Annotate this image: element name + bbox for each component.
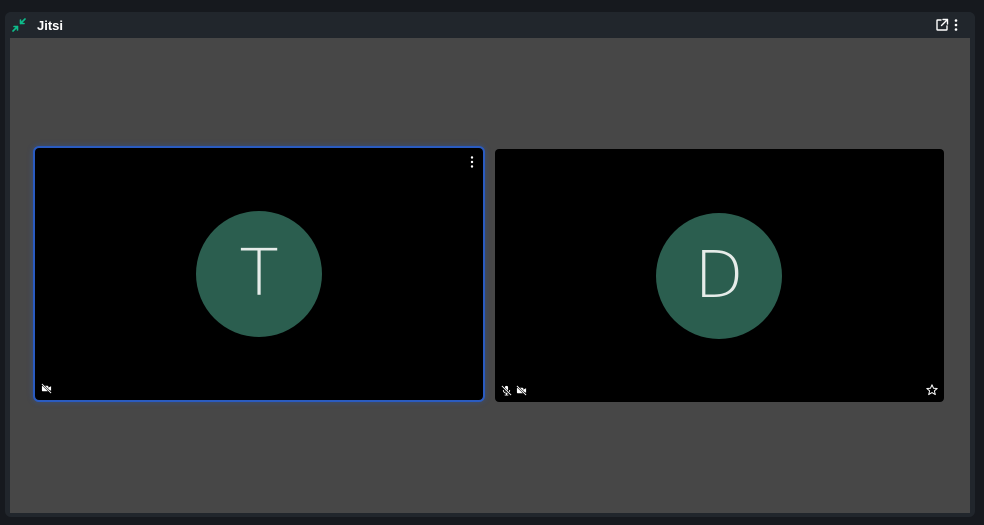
minimize-button[interactable] bbox=[11, 17, 27, 33]
star-icon[interactable] bbox=[926, 384, 938, 396]
widget-header: Jitsi bbox=[5, 12, 975, 38]
external-link-icon[interactable] bbox=[935, 18, 949, 32]
widget-menu-button[interactable] bbox=[951, 17, 961, 33]
tile-status-bar bbox=[501, 385, 527, 396]
mic-off-icon bbox=[501, 385, 512, 396]
tile-status-bar bbox=[41, 383, 52, 394]
jitsi-widget: Jitsi T D bbox=[5, 12, 975, 517]
tile-more-icon[interactable] bbox=[469, 156, 475, 168]
avatar: D bbox=[656, 213, 782, 339]
more-vertical-icon bbox=[954, 19, 958, 31]
camera-off-icon bbox=[516, 385, 527, 396]
camera-off-icon bbox=[41, 383, 52, 394]
participant-tile-local[interactable]: T bbox=[35, 148, 483, 400]
participant-tile-remote[interactable]: D bbox=[495, 149, 944, 402]
widget-title: Jitsi bbox=[37, 18, 64, 33]
conference-stage: T D bbox=[10, 38, 970, 513]
avatar: T bbox=[196, 211, 322, 337]
minimize-arrows-icon bbox=[12, 18, 26, 32]
